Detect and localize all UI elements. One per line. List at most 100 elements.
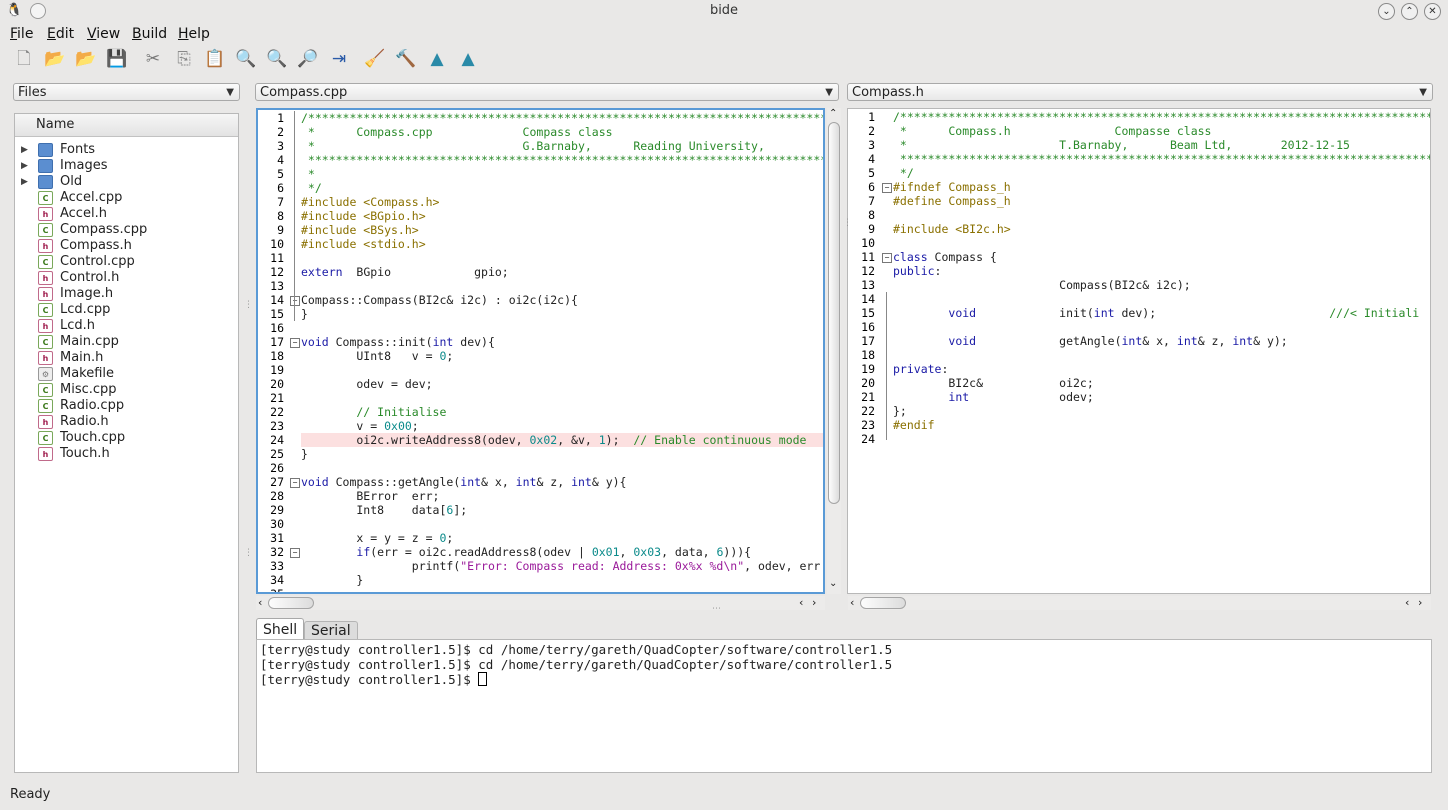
flash-icon[interactable]: ▲ [425,47,449,71]
paste-icon[interactable]: 📋 [203,47,227,71]
find-next-icon[interactable]: 🔍 [265,47,289,71]
clean-icon[interactable]: 🧹 [363,47,387,71]
expand-arrow-icon[interactable]: ▶ [21,174,28,190]
new-file-icon[interactable]: 🗋 [12,47,36,71]
fold-toggle-icon[interactable]: − [882,253,892,263]
tree-item[interactable]: h Image.h [15,286,238,302]
tab-shell[interactable]: Shell [256,618,305,640]
expand-arrow-icon[interactable]: ▶ [21,158,28,174]
minimize-button[interactable]: ⌄ [1378,3,1395,20]
copy-icon[interactable]: ⎘ [172,47,196,71]
scroll-right-icon[interactable]: › [812,596,816,609]
tree-item[interactable]: C Misc.cpp [15,382,238,398]
tree-item[interactable]: ⚙ Makefile [15,366,238,382]
scroll-up-icon[interactable]: ⌃ [829,108,837,119]
tree-item[interactable]: ▶ Old [15,174,238,190]
maximize-button[interactable]: ⌃ [1401,3,1418,20]
scroll-right-icon[interactable]: › [1418,596,1422,609]
left-editor-hscroll[interactable]: ‹ ‹ › [256,596,825,610]
tree-item[interactable]: C Lcd.cpp [15,302,238,318]
code-text: oi2c.writeAddress8(odev, 0x02, &v, 1); /… [301,433,806,447]
line-number: 11 [270,251,284,265]
right-editor-hscroll[interactable]: ‹ ‹ › [848,596,1431,610]
scroll-thumb[interactable] [268,597,314,609]
line-number: 16 [270,321,284,335]
tree-item[interactable]: ▶ Fonts [15,142,238,158]
expand-arrow-icon[interactable]: ▶ [21,142,28,158]
menu-build[interactable]: Build [132,26,167,42]
replace-icon[interactable]: 🔎 [296,47,320,71]
fold-toggle-icon[interactable]: − [290,478,300,488]
splitter-handle[interactable]: ⋮ [244,300,253,310]
cut-icon[interactable]: ✂ [141,47,165,71]
code-text: void getAngle(int& x, int& z, int& y); [893,334,1287,348]
splitter-handle[interactable]: ⋮ [244,548,253,558]
line-number: 19 [270,363,284,377]
code-editor-left[interactable]: 1 /**************************************… [256,108,825,594]
find-icon[interactable]: 🔍 [234,47,258,71]
scroll-left-icon[interactable]: ‹ [799,596,803,609]
code-token: void [948,306,977,320]
code-token: BError err; [301,489,440,503]
open-project-icon[interactable]: 📂 [74,47,98,71]
fold-toggle-icon[interactable]: − [290,338,300,348]
code-text: BI2c& oi2c; [893,376,1093,390]
tree-item[interactable]: C Control.cpp [15,254,238,270]
tree-item[interactable]: C Accel.cpp [15,190,238,206]
code-token: * Compass.h Compasse class [893,124,1212,138]
code-token: ))){ [723,545,752,559]
tree-header[interactable]: Name [15,114,238,137]
flash-run-icon[interactable]: ▲ [456,47,480,71]
menu-help[interactable]: Help [178,26,210,42]
menu-view[interactable]: View [87,26,120,42]
save-icon[interactable]: 💾 [105,47,129,71]
menu-file[interactable]: File [10,26,33,42]
tree-item[interactable]: h Control.h [15,270,238,286]
files-combo[interactable]: Files ▼ [13,83,240,101]
menu-label-rest: dit [55,26,75,42]
close-button[interactable]: ✕ [1424,3,1441,20]
tree-item[interactable]: ▶ Images [15,158,238,174]
scroll-thumb[interactable] [860,597,906,609]
fold-toggle-icon[interactable]: − [290,548,300,558]
tree-item[interactable]: h Radio.h [15,414,238,430]
scroll-left-icon[interactable]: ‹ [258,596,262,609]
tab-serial[interactable]: Serial [304,621,358,640]
scroll-down-icon[interactable]: ⌄ [829,578,837,589]
line-number: 7 [868,194,875,208]
scroll-thumb[interactable] [828,122,840,504]
menu-edit[interactable]: Edit [47,26,74,42]
fold-toggle-icon[interactable]: − [290,296,300,306]
tree-item[interactable]: C Main.cpp [15,334,238,350]
folder-icon [38,143,53,157]
code-line: 9 #include <BI2c.h> [848,222,1430,236]
right-file-combo[interactable]: Compass.h ▼ [847,83,1433,101]
build-icon[interactable]: 🔨 [394,47,418,71]
scroll-left-icon[interactable]: ‹ [850,596,854,609]
tree-item[interactable]: h Main.h [15,350,238,366]
terminal[interactable]: [terry@study controller1.5]$ cd /home/te… [256,639,1432,773]
code-token: (err = oi2c.readAddress8(odev | [370,545,592,559]
goto-line-icon[interactable]: ⇥ [327,47,351,71]
tree-item[interactable]: h Lcd.h [15,318,238,334]
fold-toggle-icon[interactable]: − [882,183,892,193]
tree-item[interactable]: h Compass.h [15,238,238,254]
splitter-handle[interactable]: ⋮ [843,218,852,228]
header-file-icon: h [38,287,53,301]
scroll-left-icon[interactable]: ‹ [1405,596,1409,609]
code-editor-right[interactable]: 1 /**************************************… [847,108,1431,594]
tree-item-label: Accel.h [60,206,107,221]
tree-item[interactable]: C Compass.cpp [15,222,238,238]
menu-mnemonic: E [47,26,56,42]
left-editor-vscroll[interactable]: ⌃ ⌄ [827,108,841,594]
left-file-combo[interactable]: Compass.cpp ▼ [255,83,839,101]
code-token: public [893,264,935,278]
tree-item[interactable]: C Touch.cpp [15,430,238,446]
open-file-icon[interactable]: 📂 [43,47,67,71]
tree-item[interactable]: C Radio.cpp [15,398,238,414]
tree-item[interactable]: h Accel.h [15,206,238,222]
folder-icon [38,175,53,189]
tree-item[interactable]: h Touch.h [15,446,238,462]
file-tree[interactable]: Name ▶ Fonts ▶ Images ▶ Old C Accel.cpp h Accel.h… [14,113,239,773]
splitter-handle[interactable]: ⋯ [712,604,721,614]
